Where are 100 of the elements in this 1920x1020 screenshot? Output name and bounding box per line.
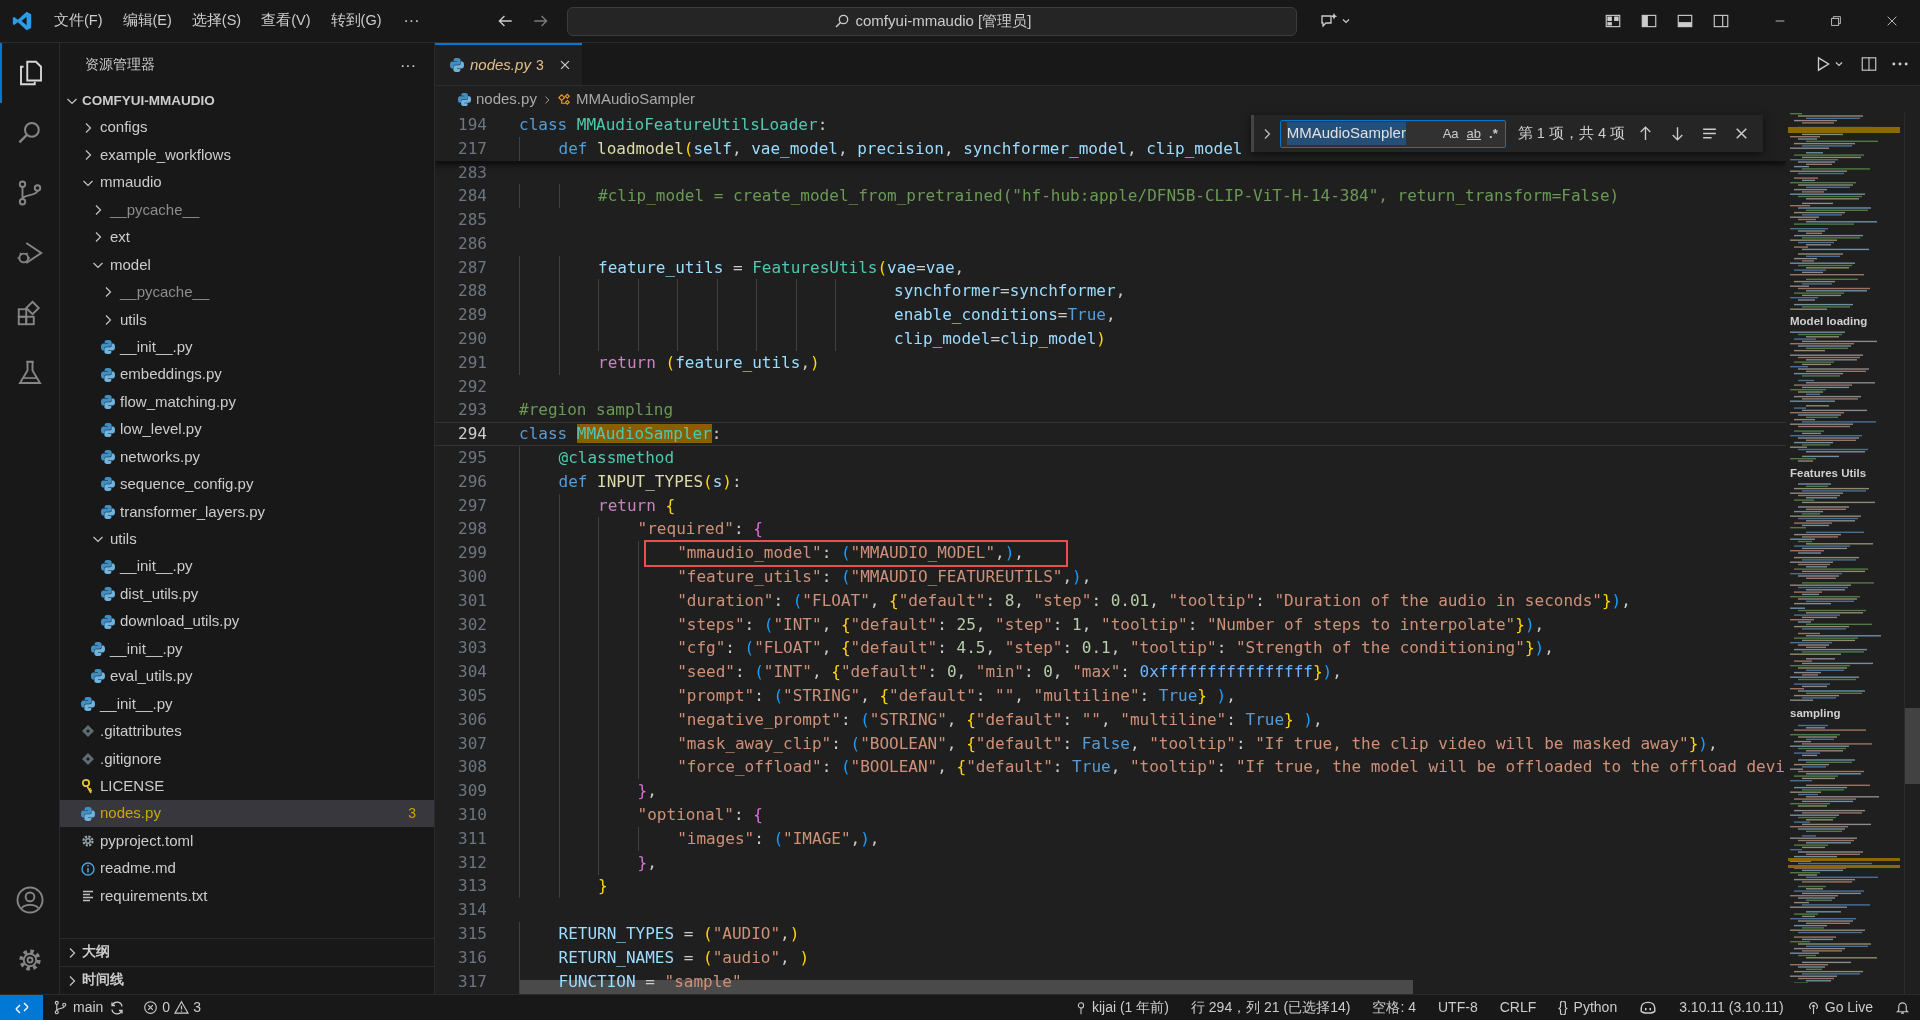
line-number: 309 bbox=[457, 780, 487, 803]
more-button[interactable]: ··· bbox=[391, 6, 432, 36]
cursor-position-button[interactable]: 行 294，列 21 (已选择14) bbox=[1190, 997, 1351, 1018]
python-file-icon bbox=[100, 503, 116, 520]
tree-item[interactable]: download_utils.py bbox=[60, 607, 434, 636]
editor-tab[interactable]: nodes.py 3 bbox=[435, 43, 582, 85]
tree-item[interactable]: dist_utils.py bbox=[60, 580, 434, 608]
more-actions-button[interactable] bbox=[1892, 62, 1908, 66]
encoding-button[interactable]: UTF-8 bbox=[1438, 997, 1478, 1018]
code-line: "duration": ("FLOAT", {"default": 8, "step": 0.01, "tooltip": "Duration of the audio in seconds"}), bbox=[519, 588, 1631, 613]
tree-item[interactable]: nodes.py 3 bbox=[60, 799, 434, 828]
tree-item[interactable]: utils bbox=[60, 525, 434, 553]
tree-item[interactable]: utils bbox=[60, 306, 434, 334]
blame-button[interactable]: kijai (1 年前) bbox=[1073, 997, 1169, 1018]
tree-item[interactable]: .gitattributes bbox=[60, 717, 434, 746]
tree-item[interactable]: __init__.py bbox=[60, 690, 434, 718]
tree-item[interactable]: __init__.py bbox=[60, 635, 434, 663]
code-line: "mask_away_clip": ("BOOLEAN", {"default": False, "tooltip": "If true, the clip video will be masked away"}), bbox=[519, 731, 1718, 756]
breadcrumb-item[interactable]: nodes.py bbox=[457, 88, 537, 111]
code-line: }, bbox=[519, 850, 657, 875]
code-line: class MMAudioFeatureUtilsLoader: bbox=[519, 113, 828, 136]
interpreter-button[interactable]: 3.10.11 (3.10.11) bbox=[1679, 997, 1784, 1018]
tree-item[interactable]: networks.py bbox=[60, 443, 434, 471]
code-line: synchformer=synchformer, bbox=[519, 279, 1126, 304]
minimap-section-label: Model loading bbox=[1790, 314, 1868, 329]
code-line: #region sampling bbox=[519, 399, 674, 422]
line-number: 300 bbox=[457, 566, 487, 589]
python-file-icon bbox=[100, 476, 116, 493]
python-file-icon bbox=[80, 805, 96, 822]
branch-button[interactable]: main bbox=[53, 997, 104, 1018]
command-center[interactable]: comfyui-mmaudio [管理员] bbox=[567, 6, 1298, 36]
explorer-root[interactable]: COMFYUI-MMAUDIO bbox=[60, 88, 434, 114]
menu-item[interactable]: 查看(V) bbox=[251, 6, 321, 36]
breadcrumb-item[interactable]: MMAudioSampler bbox=[556, 88, 696, 111]
branch-icon bbox=[53, 1000, 68, 1015]
problems-button[interactable]: 0 3 bbox=[143, 997, 201, 1018]
split-editor-button[interactable] bbox=[1860, 55, 1878, 73]
section-header[interactable]: 大纲 bbox=[60, 938, 434, 966]
line-number: 310 bbox=[457, 804, 487, 826]
tree-item[interactable]: embeddings.py bbox=[60, 360, 434, 389]
notifications-button[interactable] bbox=[1895, 1000, 1910, 1015]
line-number: 296 bbox=[457, 470, 487, 493]
tree-item[interactable]: __init__.py bbox=[60, 333, 434, 361]
line-number: 194 bbox=[457, 113, 487, 136]
tree-item[interactable]: transformer_layers.py bbox=[60, 498, 434, 526]
remote-button[interactable] bbox=[0, 994, 43, 1020]
line-number: 284 bbox=[457, 185, 487, 208]
panel-toggle-icon bbox=[1676, 12, 1694, 30]
tree-item[interactable]: eval_utils.py bbox=[60, 662, 434, 691]
line-ending-button[interactable]: CRLF bbox=[1499, 997, 1537, 1018]
line-number: 217 bbox=[457, 137, 487, 160]
tree-item[interactable]: LICENSE bbox=[60, 772, 434, 800]
code-line: feature_utils = FeaturesUtils(vae=vae, bbox=[519, 255, 965, 280]
line-number: 299 bbox=[457, 542, 487, 565]
problem-count: 3 bbox=[408, 804, 416, 824]
tree-item[interactable]: pyproject.toml bbox=[60, 827, 434, 855]
code-line: "images": ("IMAGE",), bbox=[519, 826, 880, 851]
bell-icon bbox=[1895, 1000, 1910, 1015]
menu-item[interactable]: 文件(F) bbox=[44, 6, 113, 36]
code-line: "cfg": ("FLOAT", {"default": 4.5, "step": 0.1, "tooltip": "Strength of the conditioning"}), bbox=[519, 636, 1554, 661]
indentation-button[interactable]: 空格: 4 bbox=[1372, 997, 1416, 1018]
search-option-button[interactable]: ab bbox=[1463, 123, 1485, 144]
tree-item[interactable]: requirements.txt bbox=[60, 882, 434, 910]
code-line: RETURN_NAMES = ("audio", ) bbox=[519, 945, 809, 970]
tree-item[interactable]: flow_matching.py bbox=[60, 388, 434, 416]
sync-button[interactable] bbox=[109, 999, 126, 1016]
code-line: return { bbox=[519, 493, 676, 518]
code-line: "negative_prompt": ("STRING", {"default": "", "multiline": True} ), bbox=[519, 707, 1323, 732]
tree-item[interactable]: __pycache__ bbox=[60, 278, 434, 307]
find-input[interactable]: MMAudioSampler Aa ab .* bbox=[1279, 119, 1506, 148]
tree-item[interactable]: mmaudio bbox=[60, 168, 434, 197]
tree-item[interactable]: __pycache__ bbox=[60, 196, 434, 224]
tree-item[interactable]: __init__.py bbox=[60, 553, 434, 581]
menu-item[interactable]: 编辑(E) bbox=[112, 6, 182, 36]
go-live-button[interactable]: Go Live bbox=[1805, 997, 1873, 1018]
tree-item[interactable]: readme.md bbox=[60, 854, 434, 883]
line-number: 286 bbox=[457, 232, 487, 255]
menu-item[interactable]: 转到(G) bbox=[320, 6, 392, 36]
tree-item[interactable]: .gitignore bbox=[60, 745, 434, 773]
code-line: #clip_model = create_model_from_pretrained("hf-hub:apple/DFN5B-CLIP-ViT-H-14-384", return_transform=False) bbox=[519, 184, 1620, 209]
tree-item[interactable]: configs bbox=[60, 114, 434, 142]
scrollbar-thumb[interactable] bbox=[1905, 708, 1920, 784]
tree-item[interactable]: ext bbox=[60, 223, 434, 252]
more-button[interactable]: ··· bbox=[396, 53, 420, 78]
python-file-icon bbox=[100, 394, 116, 411]
tree-item[interactable]: model bbox=[60, 251, 434, 279]
language-button[interactable]: {} Python bbox=[1558, 997, 1618, 1018]
python-file-icon bbox=[100, 366, 116, 383]
code-line: "mmaudio_model": ("MMAUDIO_MODEL",), bbox=[519, 541, 1024, 566]
tree-item[interactable]: low_level.py bbox=[60, 415, 434, 444]
search-option-button[interactable]: .* bbox=[1486, 123, 1501, 144]
line-number: 307 bbox=[457, 732, 487, 755]
menu-item[interactable]: 选择(S) bbox=[181, 6, 252, 36]
tree-item[interactable]: sequence_config.py bbox=[60, 470, 434, 499]
tree-item[interactable]: example_workflows bbox=[60, 141, 434, 169]
search-option-button[interactable]: Aa bbox=[1439, 123, 1462, 144]
line-number: 303 bbox=[457, 637, 487, 660]
minimap-section-label: sampling bbox=[1790, 706, 1841, 721]
match-count: 第 1 项，共 4 项 bbox=[1517, 123, 1625, 143]
line-number: 314 bbox=[457, 899, 487, 922]
